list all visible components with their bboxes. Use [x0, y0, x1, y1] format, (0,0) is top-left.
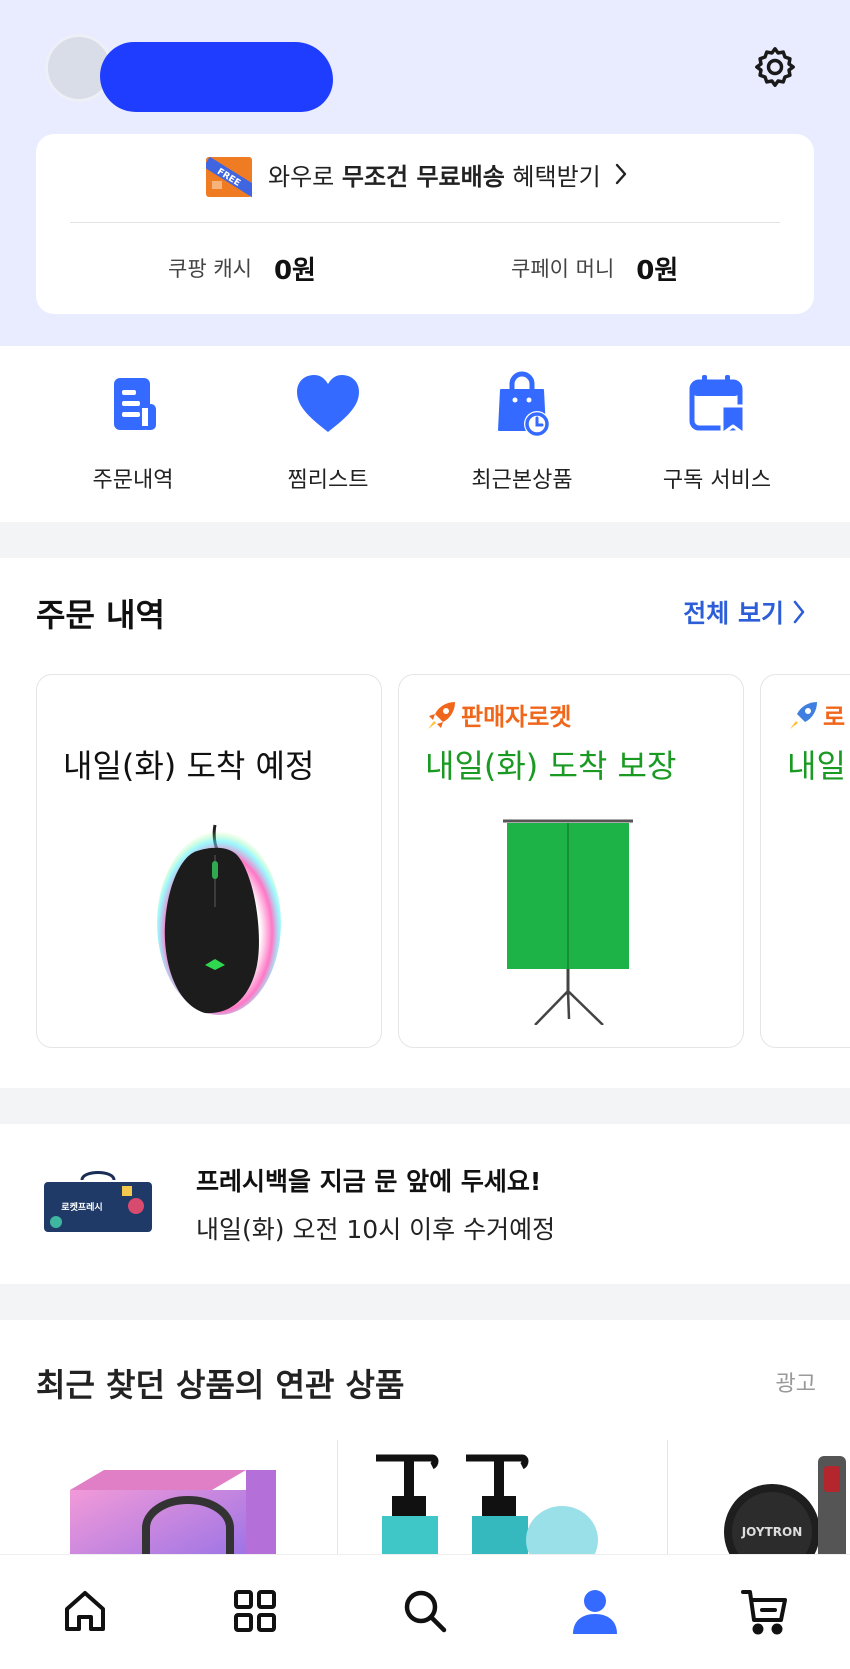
home-icon [65, 1591, 105, 1631]
see-all-link[interactable]: 전체 보기 [683, 594, 806, 630]
free-shipping-badge: FREE [203, 156, 259, 198]
section-title: 최근 찾던 상품의 연관 상품 [36, 1366, 405, 1404]
nav-cart[interactable] [737, 1583, 793, 1639]
divider [70, 222, 780, 223]
profile-header: FREE 와우로 무조건 무료배송 혜택받기 쿠팡 캐시 0원 쿠페이 머니 0… [0, 0, 850, 346]
order-card[interactable]: 내일(화) 도착 예정 [36, 674, 382, 1048]
grid-icon [234, 1590, 276, 1632]
seller-rocket-badge: 로 [787, 697, 845, 732]
quick-item-label: 구독 서비스 [662, 468, 772, 493]
quick-item-recent[interactable]: 최근본상품 [422, 370, 622, 494]
delivery-status: 내일(화) 도착 예정 [63, 747, 315, 785]
see-all-label: 전체 보기 [683, 599, 784, 628]
wallet-label: 쿠페이 머니 [511, 257, 615, 281]
order-card[interactable]: 로 내일 [760, 674, 850, 1048]
calendar-bookmark-icon [689, 375, 746, 436]
quick-item-label: 찜리스트 [287, 468, 369, 493]
wallet-value: 0원 [273, 255, 316, 286]
username-redacted [100, 42, 333, 112]
section-title: 주문 내역 [36, 596, 165, 634]
rocket-icon [790, 701, 817, 729]
quick-item-label: 주문내역 [92, 468, 174, 493]
benefit-bold: 무조건 무료배송 [341, 163, 505, 191]
fresh-bag-notice[interactable]: 로켓프레시 프레시백을 지금 문 앞에 두세요! 내일(화) 오전 10시 이후… [0, 1124, 850, 1284]
fresh-subtitle: 내일(화) 오전 10시 이후 수거예정 [196, 1215, 556, 1244]
divider [667, 1440, 668, 1570]
badge-label: 판매자로켓 [461, 703, 572, 731]
wallet-label: 쿠팡 캐시 [168, 257, 252, 281]
product-image-mouse [157, 824, 281, 1015]
quick-item-wishlist[interactable]: 찜리스트 [228, 370, 428, 494]
search-icon [404, 1590, 447, 1633]
brand-logo-text: JOYTRON [741, 1525, 803, 1539]
shopping-bag-clock-icon [498, 371, 550, 437]
heart-icon [297, 375, 359, 432]
ad-label: 광고 [775, 1372, 816, 1397]
nav-categories[interactable] [227, 1583, 283, 1639]
chevron-right-icon [614, 157, 628, 199]
receipt-icon [114, 378, 156, 430]
product-image-green-screen [503, 819, 633, 1025]
fresh-title: 프레시백을 지금 문 앞에 두세요! [196, 1167, 542, 1196]
wow-benefit-link[interactable]: 와우로 무조건 무료배송 혜택받기 [268, 156, 628, 199]
badge-label: 로 [823, 703, 846, 731]
nav-my-page[interactable] [567, 1583, 623, 1639]
delivery-status: 내일 [787, 747, 846, 785]
seller-rocket-badge: 판매자로켓 [425, 697, 571, 732]
quick-item-orders[interactable]: 주문내역 [33, 370, 233, 494]
gear-icon [755, 47, 795, 87]
settings-button[interactable] [752, 44, 798, 90]
rocket-icon [428, 701, 455, 729]
quick-item-subscription[interactable]: 구독 서비스 [617, 370, 817, 494]
user-icon [573, 1590, 617, 1634]
fresh-bag-image: 로켓프레시 [44, 1171, 152, 1232]
order-card[interactable]: 판매자로켓 내일(화) 도착 보장 [398, 674, 744, 1048]
cart-icon [741, 1590, 787, 1635]
benefit-suffix: 혜택받기 [504, 163, 601, 191]
nav-home[interactable] [57, 1583, 113, 1639]
benefit-card: FREE 와우로 무조건 무료배송 혜택받기 쿠팡 캐시 0원 쿠페이 머니 0… [36, 134, 814, 314]
order-history-section: 주문 내역 전체 보기 내일(화) 도착 예정 판매자로켓 내일(화) 도착 보… [0, 558, 850, 1088]
chevron-right-icon [793, 600, 805, 624]
wallet-value: 0원 [636, 255, 679, 286]
nav-search[interactable] [397, 1583, 453, 1639]
bottom-navigation [0, 1554, 850, 1669]
coupang-cash[interactable]: 쿠팡 캐시 0원 [168, 242, 316, 294]
delivery-status: 내일(화) 도착 보장 [425, 747, 677, 785]
fresh-bag-label: 로켓프레시 [61, 1201, 102, 1213]
quick-menu: 주문내역 찜리스트 최근본상품 구독 서비스 [0, 346, 850, 522]
benefit-prefix: 와우로 [268, 163, 342, 191]
coupay-money[interactable]: 쿠페이 머니 0원 [511, 242, 678, 294]
divider [337, 1440, 338, 1570]
quick-item-label: 최근본상품 [471, 468, 573, 493]
